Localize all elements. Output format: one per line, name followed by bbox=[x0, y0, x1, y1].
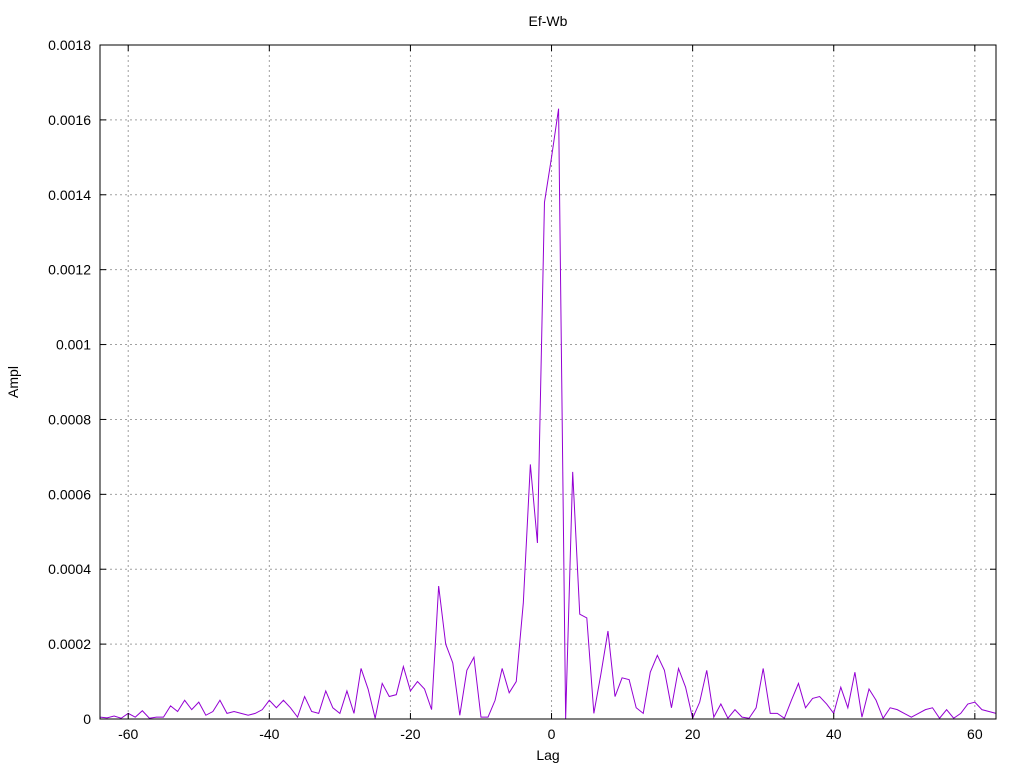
x-tick-label: 60 bbox=[967, 726, 983, 742]
y-tick-label: 0.0004 bbox=[48, 561, 91, 577]
grid bbox=[100, 45, 996, 719]
x-tick-label: 40 bbox=[826, 726, 842, 742]
chart: -60 -40 -20 0 20 40 60 0 0.0002 0.0004 0.0006 0.000… bbox=[5, 13, 997, 763]
ticks: -60 -40 -20 0 20 40 60 0 0.0002 0.0004 0.0006 0.000… bbox=[48, 37, 996, 742]
y-tick-label: 0.0014 bbox=[48, 187, 91, 203]
y-axis-title: Ampl bbox=[5, 366, 21, 398]
x-tick-label: -40 bbox=[259, 726, 279, 742]
x-tick-label: -60 bbox=[118, 726, 138, 742]
y-tick-label: 0.0018 bbox=[48, 37, 91, 53]
y-tick-label: 0.0016 bbox=[48, 112, 91, 128]
y-tick-label: 0.001 bbox=[56, 337, 91, 353]
y-tick-label: 0 bbox=[83, 711, 91, 727]
y-tick-label: 0.0012 bbox=[48, 262, 91, 278]
series-line bbox=[99, 108, 997, 720]
plot-area-border bbox=[99, 44, 997, 720]
y-tick-label: 0.0006 bbox=[48, 486, 91, 502]
series-layer bbox=[99, 108, 997, 720]
chart-title: Ef-Wb bbox=[529, 13, 568, 29]
x-tick-label: 0 bbox=[548, 726, 556, 742]
x-tick-label: 20 bbox=[685, 726, 701, 742]
y-tick-label: 0.0002 bbox=[48, 636, 91, 652]
x-axis-title: Lag bbox=[536, 747, 559, 763]
x-tick-label: -20 bbox=[400, 726, 420, 742]
y-tick-label: 0.0008 bbox=[48, 411, 91, 427]
